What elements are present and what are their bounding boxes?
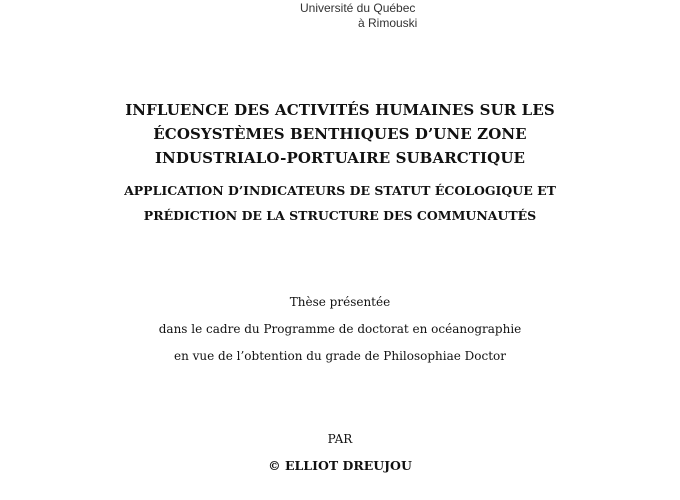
thesis-title: INFLUENCE DES ACTIVITÉS HUMAINES SUR LES…	[0, 98, 680, 170]
par-label: PAR	[327, 432, 353, 446]
institution-name-line1: Université du Québec	[300, 1, 416, 15]
thesis-title-line: INFLUENCE DES ACTIVITÉS HUMAINES SUR LES	[125, 101, 555, 119]
thesis-presentation: Thèse présentée dans le cadre du Program…	[0, 289, 680, 370]
university-logo: Université du Québec à Rimouski	[300, 1, 430, 31]
institution-name-line2: à Rimouski	[358, 16, 418, 30]
presentation-line: en vue de l’obtention du grade de Philos…	[173, 349, 507, 363]
thesis-title-line: ÉCOSYSTÈMES BENTHIQUES D’UNE ZONE	[153, 125, 527, 143]
thesis-subtitle-line: PRÉDICTION DE LA STRUCTURE DES COMMUNAUT…	[143, 208, 537, 223]
thesis-title-line: INDUSTRIALO-PORTUAIRE SUBARCTIQUE	[154, 149, 526, 167]
author-name: © ELLIOT DREUJOU	[268, 458, 412, 473]
thesis-subtitle-line: APPLICATION D’INDICATEURS DE STATUT ÉCOL…	[124, 183, 556, 198]
presentation-line: dans le cadre du Programme de doctorat e…	[158, 322, 522, 336]
thesis-subtitle: APPLICATION D’INDICATEURS DE STATUT ÉCOL…	[0, 178, 680, 228]
presentation-line: Thèse présentée	[289, 295, 391, 309]
